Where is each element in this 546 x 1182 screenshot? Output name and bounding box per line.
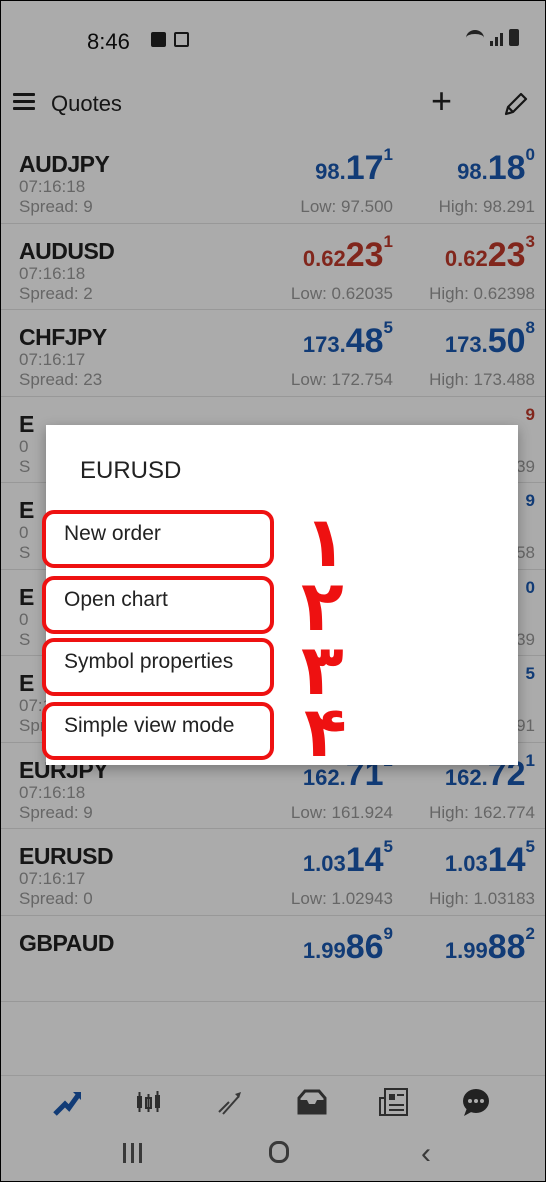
annotation-number-4: ۴	[304, 691, 347, 773]
symbol-context-dialog: EURUSD New order Open chart Symbol prope…	[42, 425, 518, 773]
symbol-properties-option[interactable]: Symbol properties	[42, 638, 274, 696]
option-label: Simple view mode	[64, 714, 235, 737]
option-label: New order	[64, 522, 161, 545]
option-label: Symbol properties	[64, 650, 234, 673]
new-order-option[interactable]: New order	[42, 510, 274, 568]
option-label: Open chart	[64, 588, 168, 611]
app-window: 8:46 Quotes + AUDJPY 07:16:18 Spread: 9 98.…	[0, 0, 546, 1182]
open-chart-option[interactable]: Open chart	[42, 576, 274, 634]
dialog-title: EURUSD	[80, 457, 182, 484]
simple-view-mode-option[interactable]: Simple view mode	[42, 702, 274, 760]
